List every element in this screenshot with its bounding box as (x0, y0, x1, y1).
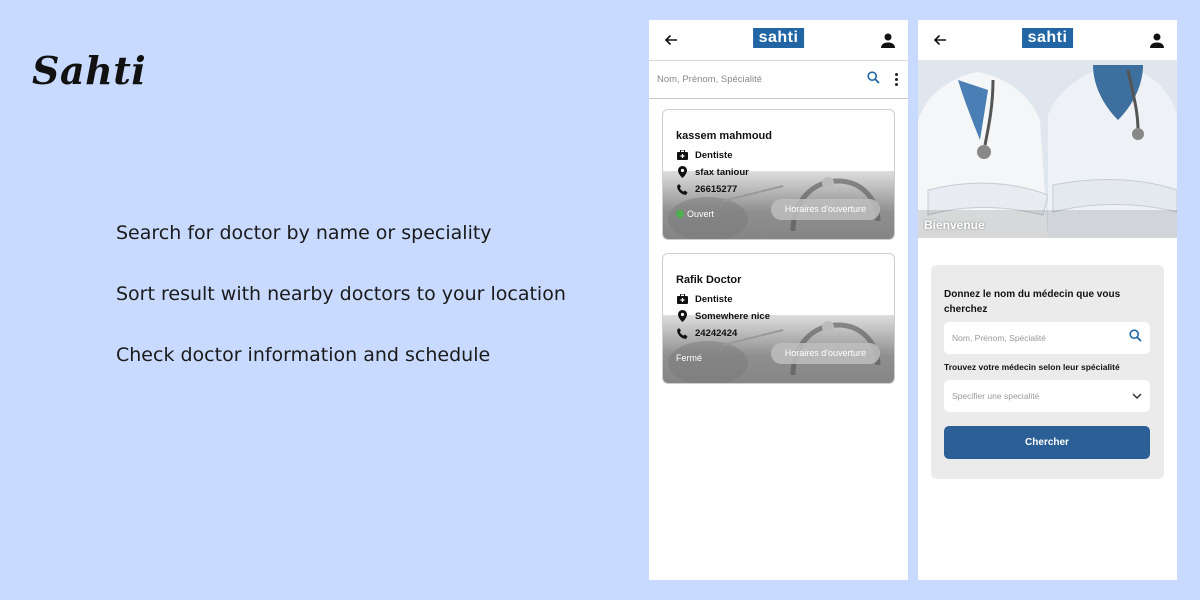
search-bar[interactable]: Nom, Prénom, Spécialité (649, 60, 908, 99)
briefcase-medical-icon (676, 149, 688, 161)
search-form: Donnez le nom du médecin que vous cherch… (931, 265, 1164, 479)
speciality-placeholder: Specifier une specialité (952, 391, 1040, 401)
doctor-speciality: Dentiste (695, 293, 733, 305)
status-label: Fermé (676, 353, 703, 363)
app-logo: sahti (1021, 28, 1074, 48)
doctor-phone: 24242424 (695, 327, 738, 339)
search-button[interactable]: Chercher (944, 426, 1150, 459)
location-pin-icon (676, 166, 688, 178)
doctor-name: kassem mahmoud (676, 130, 772, 142)
search-input[interactable]: Nom, Prénom, Spécialité (657, 74, 867, 85)
brand-title: Sahti (32, 48, 147, 93)
search-icon[interactable] (1129, 329, 1142, 347)
speciality-label: Trouvez votre médecin selon leur spécial… (944, 362, 1120, 372)
phone-icon (676, 183, 688, 195)
search-icon[interactable] (867, 70, 880, 89)
phone-row: 26615277 (676, 183, 737, 195)
doctor-phone: 26615277 (695, 183, 738, 195)
app-bar: sahti (649, 20, 908, 60)
doctor-card[interactable]: kassem mahmoud Dentiste sfax taniour 266… (662, 109, 895, 240)
speciality-row: Dentiste (676, 293, 732, 305)
opening-hours-button[interactable]: Horaires d'ouverture (770, 199, 880, 220)
speciality-select[interactable]: Specifier une specialité (944, 380, 1150, 412)
profile-icon[interactable] (878, 30, 898, 50)
speciality-row: Dentiste (676, 149, 732, 161)
doctor-location: Somewhere nice (695, 310, 770, 322)
feature-list: Search for doctor by name or speciality … (116, 222, 566, 405)
back-arrow-icon[interactable] (661, 30, 681, 50)
location-row: sfax taniour (676, 166, 749, 178)
feature-item: Sort result with nearby doctors to your … (116, 283, 566, 305)
app-bar: sahti (918, 20, 1177, 60)
phone-row: 24242424 (676, 327, 737, 339)
feature-item: Check doctor information and schedule (116, 344, 491, 366)
welcome-title: Bienvenue (924, 218, 985, 232)
doctor-location: sfax taniour (695, 166, 749, 178)
opening-hours-button[interactable]: Horaires d'ouverture (770, 343, 880, 364)
app-logo: sahti (752, 28, 805, 48)
status-dot (676, 210, 684, 218)
location-row: Somewhere nice (676, 310, 770, 322)
doctor-speciality: Dentiste (695, 149, 733, 161)
search-placeholder: Nom, Prénom, Spécialité (952, 333, 1047, 343)
doctor-card[interactable]: Rafik Doctor Dentiste Somewhere nice 242… (662, 253, 895, 384)
home-screen: sahti Bienvenue Donnez le nom du médecin… (918, 20, 1177, 580)
phone-icon (676, 327, 688, 339)
open-status: Ouvert (676, 209, 714, 219)
results-screen: sahti Nom, Prénom, Spécialité kassem mah… (649, 20, 908, 580)
doctor-search-input[interactable]: Nom, Prénom, Spécialité (944, 322, 1150, 354)
status-label: Ouvert (687, 209, 715, 219)
chevron-down-icon (1132, 387, 1142, 405)
doctor-name: Rafik Doctor (676, 274, 742, 286)
more-options-icon[interactable] (892, 73, 900, 86)
doctors-hero-image: Bienvenue (918, 60, 1177, 238)
profile-icon[interactable] (1147, 30, 1167, 50)
back-arrow-icon[interactable] (930, 30, 950, 50)
feature-item: Search for doctor by name or speciality (116, 222, 492, 244)
form-question: Donnez le nom du médecin que vous cherch… (944, 289, 1121, 315)
location-pin-icon (676, 310, 688, 322)
closed-status: Fermé (676, 353, 702, 363)
briefcase-medical-icon (676, 293, 688, 305)
